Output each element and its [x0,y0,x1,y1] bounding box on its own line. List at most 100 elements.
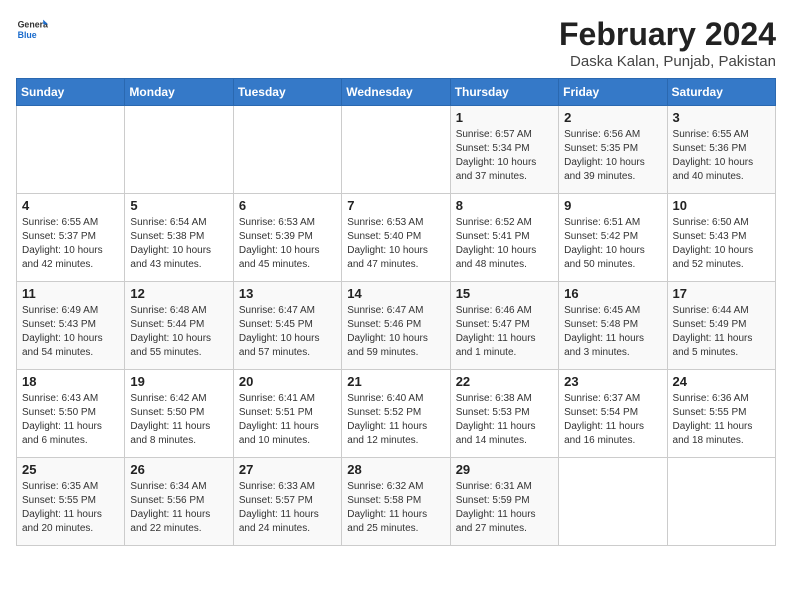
logo-icon: General Blue [16,16,48,44]
calendar-cell [17,106,125,194]
calendar-week-4: 18 Sunrise: 6:43 AM Sunset: 5:50 PM Dayli… [17,370,776,458]
day-number: 13 [239,286,336,301]
header-tuesday: Tuesday [233,79,341,106]
calendar-cell: 16Sunrise: 6:45 AM Sunset: 5:48 PM Dayli… [559,282,667,370]
calendar-cell: 20 Sunrise: 6:41 AM Sunset: 5:51 PM Dayli… [233,370,341,458]
header-saturday: Saturday [667,79,775,106]
calendar-cell: 4 Sunrise: 6:55 AM Sunset: 5:37 PM Daylig… [17,194,125,282]
day-number: 28 [347,462,444,477]
day-info: Sunrise: 6:57 AM Sunset: 5:34 PM Dayligh… [456,128,553,184]
day-number: 6 [239,198,336,213]
calendar-week-3: 11Sunrise: 6:49 AM Sunset: 5:43 PM Dayli… [17,282,776,370]
day-info: Sunrise: 6:55 AM Sunset: 5:36 PM Dayligh… [673,128,770,184]
day-number: 24 [673,374,770,389]
day-info: Sunrise: 6:43 AM Sunset: 5:50 PM Dayligh… [22,392,119,448]
calendar-cell: 6 Sunrise: 6:53 AM Sunset: 5:39 PM Daylig… [233,194,341,282]
day-number: 26 [130,462,227,477]
header-sunday: Sunday [17,79,125,106]
day-info: Sunrise: 6:33 AM Sunset: 5:57 PM Dayligh… [239,480,336,536]
day-number: 21 [347,374,444,389]
calendar-cell: 10Sunrise: 6:50 AM Sunset: 5:43 PM Dayli… [667,194,775,282]
calendar-cell [125,106,233,194]
calendar-table: SundayMondayTuesdayWednesdayThursdayFrid… [16,78,776,546]
day-info: Sunrise: 6:40 AM Sunset: 5:52 PM Dayligh… [347,392,444,448]
day-info: Sunrise: 6:45 AM Sunset: 5:48 PM Dayligh… [564,304,661,360]
day-info: Sunrise: 6:35 AM Sunset: 5:55 PM Dayligh… [22,480,119,536]
day-info: Sunrise: 6:49 AM Sunset: 5:43 PM Dayligh… [22,304,119,360]
calendar-cell: 21 Sunrise: 6:40 AM Sunset: 5:52 PM Dayli… [342,370,450,458]
day-number: 27 [239,462,336,477]
calendar-cell: 1 Sunrise: 6:57 AM Sunset: 5:34 PM Daylig… [450,106,558,194]
day-number: 5 [130,198,227,213]
calendar-cell: 2 Sunrise: 6:56 AM Sunset: 5:35 PM Daylig… [559,106,667,194]
day-number: 4 [22,198,119,213]
calendar-cell: 8 Sunrise: 6:52 AM Sunset: 5:41 PM Daylig… [450,194,558,282]
day-info: Sunrise: 6:53 AM Sunset: 5:39 PM Dayligh… [239,216,336,272]
page-header: General Blue General Blue February 2024 … [16,16,776,70]
calendar-cell [233,106,341,194]
day-info: Sunrise: 6:44 AM Sunset: 5:49 PM Dayligh… [673,304,770,360]
calendar-cell: 18 Sunrise: 6:43 AM Sunset: 5:50 PM Dayli… [17,370,125,458]
calendar-week-5: 25 Sunrise: 6:35 AM Sunset: 5:55 PM Dayli… [17,458,776,546]
calendar-cell [559,458,667,546]
logo: General Blue General Blue [16,16,48,44]
calendar-cell: 5 Sunrise: 6:54 AM Sunset: 5:38 PM Daylig… [125,194,233,282]
day-info: Sunrise: 6:36 AM Sunset: 5:55 PM Dayligh… [673,392,770,448]
day-info: Sunrise: 6:38 AM Sunset: 5:53 PM Dayligh… [456,392,553,448]
day-info: Sunrise: 6:56 AM Sunset: 5:35 PM Dayligh… [564,128,661,184]
day-number: 18 [22,374,119,389]
day-number: 7 [347,198,444,213]
calendar-cell: 13 Sunrise: 6:47 AM Sunset: 5:45 PM Dayli… [233,282,341,370]
day-number: 2 [564,110,661,125]
calendar-cell: 29 Sunrise: 6:31 AM Sunset: 5:59 PM Dayli… [450,458,558,546]
day-info: Sunrise: 6:46 AM Sunset: 5:47 PM Dayligh… [456,304,553,360]
day-number: 9 [564,198,661,213]
day-info: Sunrise: 6:42 AM Sunset: 5:50 PM Dayligh… [130,392,227,448]
calendar-cell: 19 Sunrise: 6:42 AM Sunset: 5:50 PM Dayli… [125,370,233,458]
calendar-cell: 27 Sunrise: 6:33 AM Sunset: 5:57 PM Dayli… [233,458,341,546]
day-number: 14 [347,286,444,301]
day-number: 19 [130,374,227,389]
header-thursday: Thursday [450,79,558,106]
day-number: 1 [456,110,553,125]
calendar-cell: 23 Sunrise: 6:37 AM Sunset: 5:54 PM Dayli… [559,370,667,458]
day-info: Sunrise: 6:53 AM Sunset: 5:40 PM Dayligh… [347,216,444,272]
day-number: 25 [22,462,119,477]
day-info: Sunrise: 6:48 AM Sunset: 5:44 PM Dayligh… [130,304,227,360]
day-number: 12 [130,286,227,301]
calendar-cell: 17 Sunrise: 6:44 AM Sunset: 5:49 PM Dayli… [667,282,775,370]
calendar-week-2: 4 Sunrise: 6:55 AM Sunset: 5:37 PM Daylig… [17,194,776,282]
day-number: 3 [673,110,770,125]
day-number: 20 [239,374,336,389]
day-number: 23 [564,374,661,389]
title-block: February 2024 Daska Kalan, Punjab, Pakis… [559,16,776,70]
calendar-cell: 15Sunrise: 6:46 AM Sunset: 5:47 PM Dayli… [450,282,558,370]
day-number: 10 [673,198,770,213]
calendar-cell: 25 Sunrise: 6:35 AM Sunset: 5:55 PM Dayli… [17,458,125,546]
day-number: 22 [456,374,553,389]
calendar-cell: 9 Sunrise: 6:51 AM Sunset: 5:42 PM Daylig… [559,194,667,282]
day-number: 8 [456,198,553,213]
calendar-cell: 28 Sunrise: 6:32 AM Sunset: 5:58 PM Dayli… [342,458,450,546]
calendar-cell: 3 Sunrise: 6:55 AM Sunset: 5:36 PM Daylig… [667,106,775,194]
calendar-cell: 24 Sunrise: 6:36 AM Sunset: 5:55 PM Dayli… [667,370,775,458]
day-info: Sunrise: 6:41 AM Sunset: 5:51 PM Dayligh… [239,392,336,448]
day-info: Sunrise: 6:32 AM Sunset: 5:58 PM Dayligh… [347,480,444,536]
day-info: Sunrise: 6:37 AM Sunset: 5:54 PM Dayligh… [564,392,661,448]
calendar-cell [667,458,775,546]
day-number: 17 [673,286,770,301]
location-subtitle: Daska Kalan, Punjab, Pakistan [559,53,776,70]
day-info: Sunrise: 6:47 AM Sunset: 5:45 PM Dayligh… [239,304,336,360]
day-info: Sunrise: 6:55 AM Sunset: 5:37 PM Dayligh… [22,216,119,272]
day-number: 29 [456,462,553,477]
calendar-cell [342,106,450,194]
calendar-cell: 7 Sunrise: 6:53 AM Sunset: 5:40 PM Daylig… [342,194,450,282]
day-info: Sunrise: 6:51 AM Sunset: 5:42 PM Dayligh… [564,216,661,272]
month-year-title: February 2024 [559,16,776,53]
calendar-header-row: SundayMondayTuesdayWednesdayThursdayFrid… [17,79,776,106]
day-info: Sunrise: 6:54 AM Sunset: 5:38 PM Dayligh… [130,216,227,272]
day-info: Sunrise: 6:31 AM Sunset: 5:59 PM Dayligh… [456,480,553,536]
day-info: Sunrise: 6:52 AM Sunset: 5:41 PM Dayligh… [456,216,553,272]
calendar-cell: 26Sunrise: 6:34 AM Sunset: 5:56 PM Dayli… [125,458,233,546]
day-info: Sunrise: 6:47 AM Sunset: 5:46 PM Dayligh… [347,304,444,360]
